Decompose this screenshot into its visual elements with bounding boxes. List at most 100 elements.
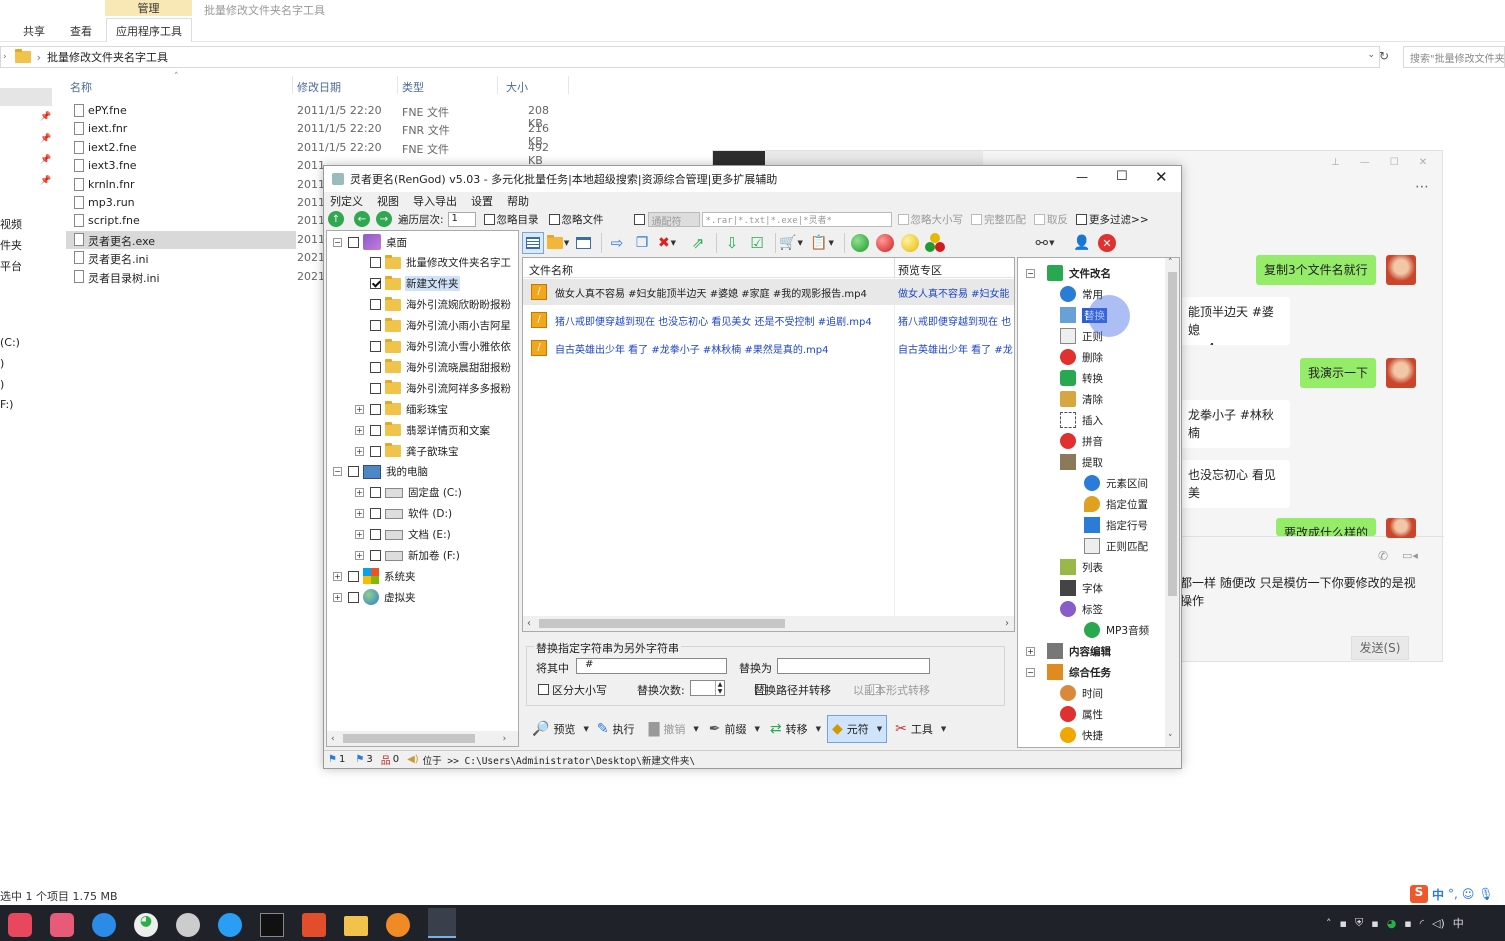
refresh-icon[interactable]: ↻ [1379, 49, 1389, 63]
collapse-icon[interactable]: − [1026, 268, 1035, 278]
chevron-down-icon[interactable]: ⌄ [1367, 50, 1375, 60]
scroll-up-icon[interactable]: ˄ [1168, 258, 1173, 268]
pin-icon[interactable]: ⊥ [1331, 157, 1340, 168]
column-header-size[interactable]: 大小 [506, 79, 528, 95]
tree-node[interactable]: 海外引流小雨小吉阿星 [327, 317, 518, 335]
tree-node[interactable]: 海外引流婉欣盼盼报粉 [327, 296, 518, 314]
wechat-tray-icon[interactable]: ◕ [1387, 917, 1397, 930]
expand-icon[interactable]: + [355, 551, 364, 560]
avatar[interactable] [1386, 518, 1416, 538]
move-up-icon[interactable]: ⇗ [687, 232, 709, 254]
tree-checkbox[interactable] [370, 257, 381, 269]
nav-selected-item[interactable] [0, 88, 52, 106]
tree-checkbox[interactable] [370, 508, 381, 520]
tree-checkbox[interactable] [348, 466, 359, 478]
collapse-icon[interactable]: − [1026, 667, 1035, 677]
depth-input[interactable]: 1 [447, 211, 476, 227]
tree-node[interactable]: 海外引流小雪小雅依依 [327, 338, 518, 356]
expand-icon[interactable]: + [333, 571, 342, 581]
yellow-circle-icon[interactable] [899, 232, 921, 254]
ops-tree-node[interactable]: 指定行号 [1018, 516, 1164, 534]
smile-icon[interactable]: ☺ [1462, 887, 1475, 901]
copy-icon[interactable]: ❐ [631, 232, 653, 254]
scroll-thumb[interactable] [342, 734, 475, 743]
list-header-name[interactable]: 文件名称 [529, 262, 573, 278]
ops-vscrollbar[interactable]: ˄ ˅ [1165, 258, 1179, 747]
scroll-down-icon[interactable]: ˅ [1168, 734, 1173, 744]
open-folder-icon[interactable]: ▼ [546, 232, 569, 254]
ime-mode[interactable]: 中 [1432, 886, 1444, 903]
ops-tree-node[interactable]: 字体 [1018, 579, 1164, 597]
minimize-icon[interactable]: — [1076, 170, 1088, 184]
ops-tree-node[interactable]: MP3音频 [1018, 621, 1164, 639]
sogou-icon[interactable]: S [1410, 885, 1428, 903]
maximize-icon[interactable]: ☐ [1390, 157, 1399, 168]
shield-icon[interactable]: ⛨ [1355, 916, 1363, 930]
tab-app-tools[interactable]: 应用程序工具 [106, 18, 192, 42]
multi-circle-icon[interactable] [924, 232, 946, 254]
forward-icon[interactable]: → [376, 211, 392, 227]
tree-node[interactable]: + 龚子歆珠宝 [327, 442, 518, 460]
tree-checkbox[interactable] [370, 299, 381, 311]
preview-button[interactable]: 🔎 预览 ▼ [532, 721, 589, 737]
minimize-icon[interactable]: — [1360, 157, 1370, 168]
terminal-icon[interactable] [260, 912, 284, 937]
prefix-button[interactable]: ✒ 前缀 ▼ [709, 721, 760, 737]
tree-checkbox[interactable] [370, 341, 381, 352]
tree-checkbox[interactable] [370, 361, 381, 373]
address-bar[interactable]: › › 批量修改文件夹名字工具 ⌄ [0, 46, 1380, 68]
refresh-icon[interactable]: ↑ [328, 211, 344, 227]
expand-icon[interactable]: + [355, 530, 364, 540]
app-icon-pinned[interactable] [302, 912, 326, 937]
chevron-up-icon[interactable]: ˄ [1326, 917, 1332, 930]
tree-node[interactable]: 批量修改文件夹名字工 [327, 254, 518, 272]
expand-icon[interactable]: + [355, 446, 364, 456]
tab-view[interactable]: 查看 [70, 23, 92, 39]
video-icon[interactable]: ▭◂ [1402, 549, 1418, 562]
window-icon[interactable] [572, 232, 594, 254]
tools-button[interactable]: ✂ 工具 ▼ [895, 721, 946, 737]
close-icon[interactable]: ✕ [1419, 157, 1427, 168]
list-item[interactable]: / 做女人真不容易 #妇女能顶半边天 #婆媳 #家庭 #我的观影报告.mp4 做女人… [523, 279, 1014, 305]
tree-checkbox[interactable] [370, 445, 381, 457]
import-icon[interactable]: ⇩ [721, 232, 743, 254]
avatar[interactable] [1386, 255, 1416, 285]
file-row[interactable]: iext2.fne 2011/1/5 22:20 FNE 文件 492 KB [66, 139, 566, 167]
app-icon-pinned[interactable] [176, 912, 200, 937]
list-item[interactable]: / 自古英雄出少年 看了 #龙拳小子 #林秋楠 #果然是真的.mp4 自古英雄出少年… [523, 335, 1014, 361]
ops-tree-node[interactable]: 正则 [1018, 327, 1164, 345]
tree-checkbox[interactable] [370, 403, 381, 415]
undo-button[interactable]: ▇ 撤销 ▼ [649, 721, 699, 737]
ops-tree-node[interactable]: 提取 [1018, 453, 1164, 471]
tree-node[interactable]: + 固定盘 (C:) [327, 484, 518, 502]
ops-tree-node[interactable]: 清除 [1018, 390, 1164, 408]
meta-button[interactable]: ◆ 元符 ▼ [826, 715, 888, 743]
chat-input-text[interactable]: 都一样 随便改 只是模仿一下你要修改的是视 操作 [1180, 574, 1442, 610]
tray-icon[interactable]: ▪ [1340, 917, 1347, 930]
manage-tab[interactable]: 管理 [105, 0, 192, 16]
expand-icon[interactable]: + [355, 404, 364, 414]
tray-icon[interactable]: ▪ [1371, 917, 1378, 930]
ops-tree-node[interactable]: 列表 [1018, 558, 1164, 576]
app-icon-pinned[interactable] [92, 912, 116, 937]
ime-tray[interactable]: 中 [1453, 915, 1464, 931]
tree-node[interactable]: + 虚拟夹 [327, 588, 518, 606]
tree-node[interactable]: + 软件 (D:) [327, 505, 518, 523]
scroll-left-icon[interactable]: ‹ [527, 618, 531, 629]
column-header-type[interactable]: 类型 [402, 79, 424, 95]
more-filter-checkbox[interactable] [1076, 213, 1088, 225]
collapse-icon[interactable]: − [333, 467, 342, 477]
ops-tree-node[interactable]: 插入 [1018, 411, 1164, 429]
binoculars-icon[interactable]: ⚯ ▼ [1034, 232, 1056, 254]
avatar[interactable] [1386, 358, 1416, 388]
column-header-date[interactable]: 修改日期 [297, 79, 341, 95]
list-view-icon[interactable] [522, 232, 544, 254]
ops-tree-node[interactable]: 元素区间 [1018, 474, 1164, 492]
file-explorer-icon[interactable] [344, 915, 368, 936]
network-icon[interactable]: ◜ [1420, 917, 1424, 930]
exit-icon[interactable]: ✕ [1096, 232, 1118, 254]
tree-node[interactable]: + 翡翠详情页和文案 [327, 421, 518, 439]
nav-item[interactable]: 件夹 [0, 237, 22, 253]
nav-item[interactable]: 平台 [0, 258, 22, 274]
tree-checkbox[interactable] [370, 424, 381, 436]
